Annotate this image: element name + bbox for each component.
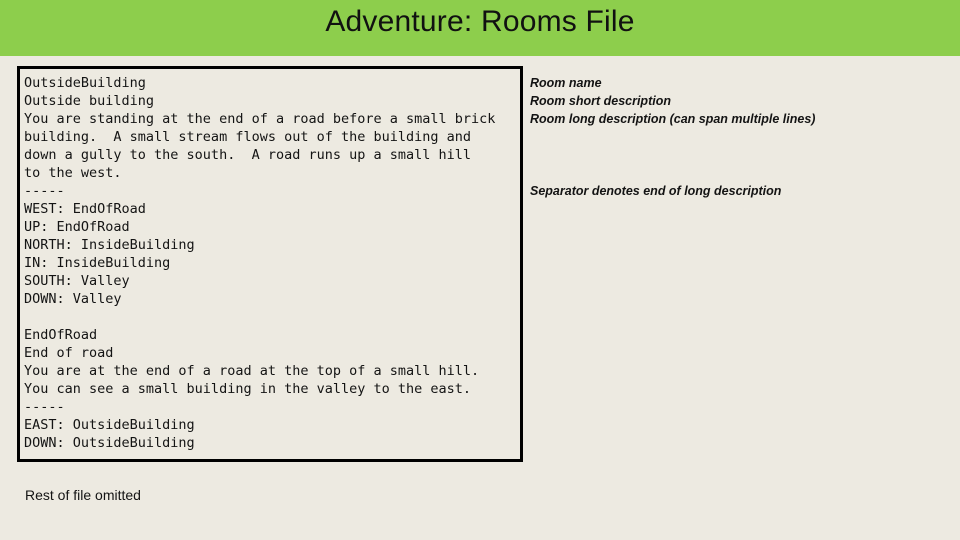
footnote-rest-of-file-omitted: Rest of file omitted — [25, 487, 141, 503]
page-title: Adventure: Rooms File — [325, 5, 635, 38]
annotation-separator-note: Separator denotes end of long descriptio… — [530, 184, 782, 198]
annotation-room-name: Room name — [530, 76, 602, 90]
annotation-room-short-description: Room short description — [530, 94, 671, 108]
annotation-room-long-description: Room long description (can span multiple… — [530, 112, 816, 126]
rooms-file-code-text: OutsideBuilding Outside building You are… — [24, 75, 496, 451]
annotation-list: Room name Room short description Room lo… — [530, 74, 950, 128]
slide: Adventure: Rooms File OutsideBuilding Ou… — [0, 0, 960, 540]
